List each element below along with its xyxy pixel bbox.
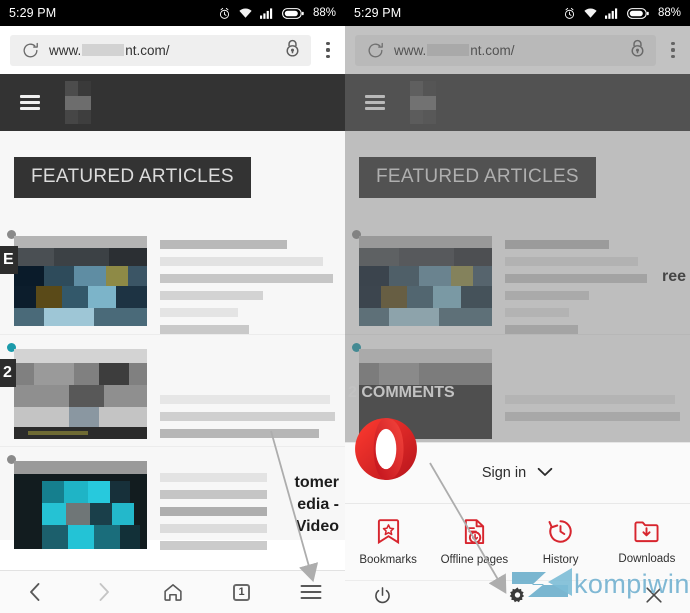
screenshot-root: 5:29 PM 88% www. nt.com/ FEATURED ARTICL…: [0, 0, 690, 613]
logo-block: [65, 96, 91, 110]
article-title: tomer edia - Video: [295, 472, 339, 538]
reload-icon[interactable]: [21, 41, 40, 60]
signal-icon: [604, 8, 618, 19]
kompiwin-chevron-logo: [512, 568, 572, 597]
browser-overflow-menu[interactable]: [311, 42, 339, 58]
menu-item-bookmarks[interactable]: Bookmarks: [345, 504, 431, 580]
page-title: FEATURED ARTICLES: [14, 157, 251, 198]
left-screenshot-panel: 5:29 PM 88% www. nt.com/ FEATURED ARTICL…: [0, 0, 345, 613]
status-icons: 88%: [563, 7, 681, 20]
burger-line: [20, 107, 40, 110]
tab-count-badge: 1: [233, 583, 250, 601]
menu-item-label: Downloads: [618, 553, 676, 565]
status-bar: 5:29 PM 88%: [0, 0, 345, 26]
article-badge: E: [0, 246, 18, 274]
chevron-left-icon: [29, 583, 39, 601]
status-bar: 5:29 PM 88%: [345, 0, 690, 26]
sign-in-label: Sign in: [481, 465, 527, 481]
kebab-dot: [326, 42, 330, 46]
tabs-button[interactable]: 1: [219, 571, 265, 613]
article-title-line: edia -: [297, 496, 339, 513]
alarm-icon: [219, 7, 229, 19]
signal-icon: [259, 8, 273, 19]
status-time: 5:29 PM: [9, 6, 57, 20]
offline-page-icon: [464, 519, 484, 544]
kebab-dot: [326, 54, 330, 58]
wifi-icon: [239, 8, 252, 18]
chevron-down-icon[interactable]: [537, 464, 553, 482]
menu-item-offline-pages[interactable]: Offline pages: [431, 504, 517, 580]
site-logo[interactable]: [65, 81, 91, 124]
address-bar[interactable]: www. nt.com/: [10, 34, 311, 66]
article-badge: 2: [0, 359, 16, 387]
status-time: 5:29 PM: [354, 6, 402, 20]
menu-item-label: Offline pages: [440, 554, 509, 566]
lock-icon[interactable]: [283, 38, 302, 63]
article-thumbnail: [14, 461, 147, 549]
battery-percent: 88%: [312, 7, 336, 19]
home-button[interactable]: [150, 571, 196, 613]
article-text-blur: [160, 240, 337, 342]
home-icon: [163, 584, 182, 601]
site-header: [0, 74, 345, 131]
back-button[interactable]: [12, 571, 58, 613]
status-icons: 88%: [218, 7, 336, 20]
hamburger-icon: [300, 585, 321, 599]
logo-block: [78, 81, 91, 96]
url-redacted-block: [82, 44, 125, 56]
alarm-icon: [564, 7, 574, 19]
exit-button[interactable]: [373, 586, 392, 610]
burger-line: [20, 101, 40, 104]
right-screenshot-panel: 5:29 PM 88% www. nt.com/ FEATURED ARTICL…: [345, 0, 690, 613]
article-title-line: tomer: [294, 474, 339, 491]
browser-toolbar: www. nt.com/: [0, 26, 345, 74]
article-thumbnail: [14, 236, 147, 326]
list-item[interactable]: 2: [0, 334, 345, 446]
menu-button[interactable]: [288, 571, 334, 613]
url-suffix: nt.com/: [125, 42, 170, 58]
logo-block: [78, 110, 91, 124]
menu-item-label: History: [542, 554, 579, 566]
sign-in-row[interactable]: Sign in: [345, 418, 690, 504]
url-prefix: www.: [49, 42, 82, 58]
opera-logo: [355, 418, 417, 480]
menu-item-label: Bookmarks: [359, 554, 417, 566]
page-content: FEATURED ARTICLES: [0, 131, 345, 550]
power-icon: [375, 586, 390, 603]
download-folder-icon: [634, 521, 659, 543]
chevron-right-icon: [99, 583, 109, 601]
watermark-text: kompiwin: [574, 569, 690, 599]
battery-icon: [282, 7, 304, 19]
logo-block: [65, 81, 78, 96]
forward-button[interactable]: [81, 571, 127, 613]
kebab-dot: [326, 48, 330, 52]
url-text: www. nt.com/: [49, 43, 170, 58]
history-clock-icon: [548, 520, 572, 543]
battery-icon: [627, 7, 649, 19]
burger-line: [20, 95, 40, 98]
article-list: E 2 tomer edia - Video: [0, 222, 345, 558]
article-text-blur: [160, 353, 337, 446]
browser-bottom-nav: 1: [0, 570, 345, 613]
watermark: kompiwin: [510, 566, 690, 612]
site-hamburger-icon[interactable]: [20, 95, 40, 110]
logo-block: [65, 110, 78, 124]
battery-percent: 88%: [657, 7, 681, 19]
list-item[interactable]: tomer edia - Video: [0, 446, 345, 558]
bookmark-star-icon: [377, 519, 399, 545]
list-item[interactable]: E: [0, 222, 345, 334]
article-thumbnail: [14, 349, 147, 439]
wifi-icon: [584, 8, 597, 18]
article-title-line: Video: [295, 518, 339, 535]
article-text-blur: [160, 473, 267, 558]
featured-heading-wrap: FEATURED ARTICLES: [0, 131, 345, 198]
